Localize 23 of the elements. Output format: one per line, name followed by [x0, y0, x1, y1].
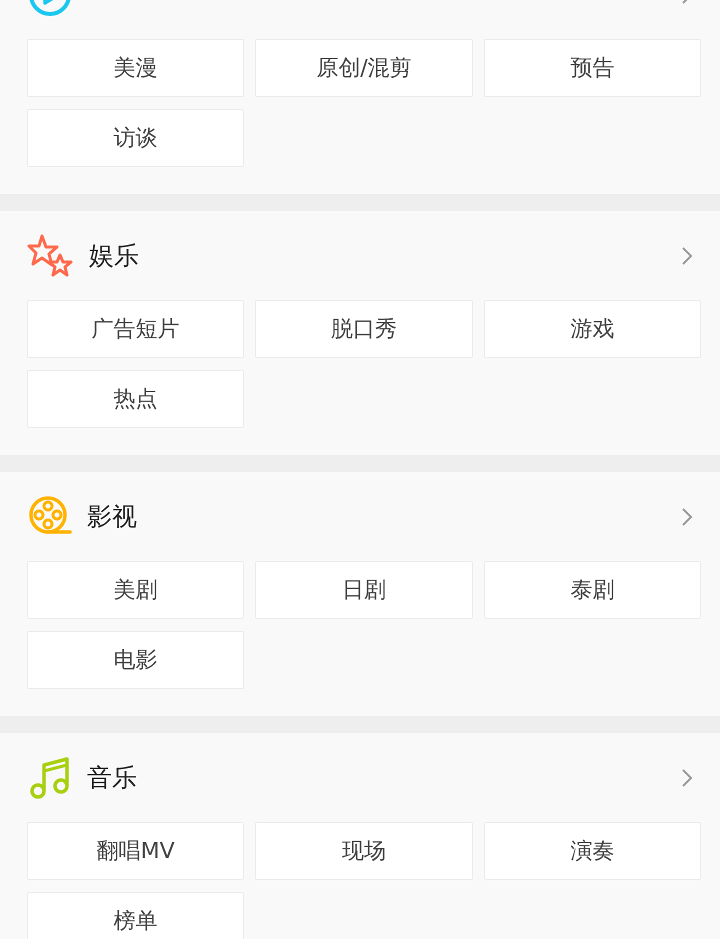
category-tag[interactable]: 原创/混剪	[255, 39, 473, 97]
category-tag[interactable]: 脱口秀	[255, 300, 473, 358]
section-title: 影视	[87, 501, 138, 533]
category-tag[interactable]: 美剧	[27, 561, 244, 619]
category-tag[interactable]: 访谈	[27, 109, 244, 167]
category-tag[interactable]: 泰剧	[484, 561, 701, 619]
category-tag[interactable]: 游戏	[484, 300, 701, 358]
chevron-right-icon[interactable]	[681, 768, 693, 788]
category-tag[interactable]: 榜单	[27, 892, 244, 939]
section-title: 娱乐	[89, 240, 140, 272]
category-tag[interactable]: 现场	[255, 822, 473, 880]
category-tag[interactable]: 热点	[27, 370, 244, 428]
chevron-right-icon[interactable]	[681, 506, 693, 526]
category-tag[interactable]: 广告短片	[27, 300, 244, 358]
category-tag[interactable]: 翻唱MV	[27, 822, 244, 880]
category-tag[interactable]: 电影	[27, 631, 244, 689]
category-tag[interactable]: 演奏	[484, 822, 701, 880]
category-tag[interactable]: 日剧	[255, 561, 473, 619]
category-tag[interactable]: 预告	[484, 39, 701, 97]
category-tag[interactable]: 美漫	[27, 39, 244, 97]
chevron-right-icon[interactable]	[681, 246, 693, 266]
stars-icon	[27, 232, 75, 278]
section-title: 音乐	[87, 762, 138, 794]
